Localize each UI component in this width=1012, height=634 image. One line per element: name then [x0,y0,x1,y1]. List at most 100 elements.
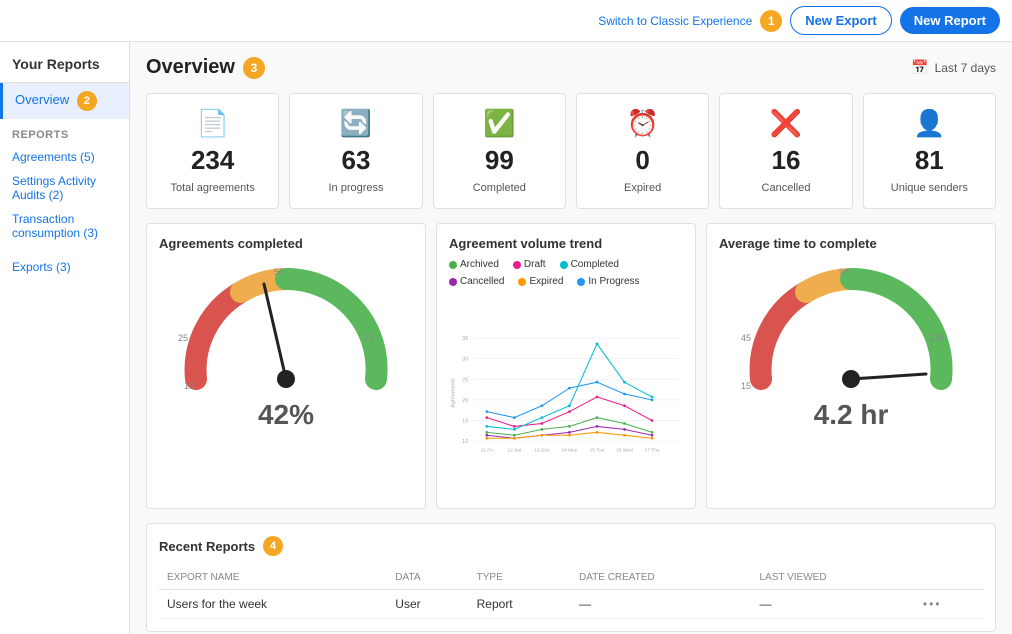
dot-s2-i1 [513,428,516,431]
stat-icon-1: 🔄 [340,108,372,139]
stat-icon-5: 👤 [913,108,945,139]
calendar-icon: 📅 [911,59,928,76]
cell-name: Users for the week [159,590,387,619]
col-data: DATA [387,566,468,590]
stat-icon-3: ⏰ [626,108,658,139]
new-report-button[interactable]: New Report [900,7,1000,34]
cell-created: — [571,590,752,619]
svg-text:35: 35 [462,336,468,342]
dot-s5-i1 [513,416,516,419]
sidebar-link-agreements[interactable]: Agreements (5) [0,145,129,169]
sidebar-item-overview[interactable]: Overview 2 [0,83,129,119]
gauge1-svg: 10 25 50 75 [166,259,406,409]
dot-s4-i5 [623,434,626,437]
line-chart-title: Agreement volume trend [449,236,683,251]
svg-text:13 Sun: 13 Sun [534,448,550,454]
dot-s1-i5 [623,404,626,407]
recent-title: Recent Reports [159,539,255,554]
svg-text:15: 15 [462,419,468,425]
sidebar-title: Your Reports [0,42,129,83]
legend-item-4: Expired [518,276,563,287]
legend-item-5: In Progress [577,276,639,287]
stat-card-0: 📄 234 Total agreements [146,93,279,209]
dot-s1-i6 [651,419,654,422]
svg-text:20: 20 [462,398,468,404]
sidebar-link-settings-audits[interactable]: Settings Activity Audits (2) [0,169,129,207]
dot-s5-i3 [568,387,571,390]
dot-s5-i5 [623,393,626,396]
stat-label-1: In progress [328,182,383,194]
stat-number-2: 99 [485,145,514,176]
gauge2-svg: 15 45 90 135 [731,259,971,409]
svg-text:25: 25 [462,377,468,383]
dot-s1-i0 [485,416,488,419]
sidebar-link-transaction[interactable]: Transaction consumption (3) [0,207,129,245]
date-filter-label: Last 7 days [935,61,996,75]
line-chart-card: Agreement volume trend Archived Draft Comp… [436,223,696,509]
stat-label-2: Completed [473,182,526,194]
stat-number-5: 81 [915,145,944,176]
dot-s2-i3 [568,404,571,407]
new-export-button[interactable]: New Export [790,6,892,35]
svg-text:14 Mon: 14 Mon [561,448,577,454]
legend: ArchivedDraftCompletedCancelledExpiredIn… [449,259,683,287]
dot-s2-i0 [485,425,488,428]
col-date-created: DATE CREATED [571,566,752,590]
cell-data: User [387,590,468,619]
col-export-name: EXPORT NAME [159,566,387,590]
stat-label-4: Cancelled [762,182,811,194]
agreements-completed-card: Agreements completed 10 25 50 75 [146,223,426,509]
dot-s0-i4 [596,416,599,419]
svg-text:16 Wed: 16 Wed [616,448,633,454]
col-type: TYPE [469,566,571,590]
date-filter[interactable]: 📅 Last 7 days [911,59,996,76]
gauge2-title: Average time to complete [719,236,983,251]
legend-item-1: Draft [513,259,546,270]
recent-reports-header: Recent Reports 4 [159,536,983,556]
dot-s0-i6 [651,431,654,434]
legend-item-2: Completed [560,259,619,270]
svg-text:12 Sat: 12 Sat [507,448,522,454]
cell-actions[interactable]: ••• [915,590,983,619]
dot-s3-i6 [651,434,654,437]
more-icon[interactable]: ••• [923,597,942,611]
line-chart-svg: 35 30 25 20 15 10 Agreements 11 Fri 12 S… [449,293,683,493]
stat-card-4: ❌ 16 Cancelled [719,93,852,209]
sidebar-reports-section: REPORTS [0,119,129,145]
dot-s4-i2 [541,434,544,437]
sidebar-link-exports[interactable]: Exports (3) [0,255,129,279]
gauge1-value: 42% [258,399,314,431]
stat-label-0: Total agreements [170,182,254,194]
svg-text:17 Thu: 17 Thu [645,448,660,454]
stat-icon-0: 📄 [196,108,228,139]
stat-label-3: Expired [624,182,661,194]
dot-s3-i0 [485,434,488,437]
cell-viewed: — [751,590,914,619]
svg-text:10: 10 [184,381,194,391]
svg-text:45: 45 [741,333,751,343]
recent-reports-card: Recent Reports 4 EXPORT NAME DATA TYPE D… [146,523,996,632]
main-layout: Your Reports Overview 2 REPORTS Agreemen… [0,42,1012,634]
stats-row: 📄 234 Total agreements 🔄 63 In progress … [146,93,996,209]
stat-number-0: 234 [191,145,234,176]
stat-card-5: 👤 81 Unique senders [863,93,996,209]
stat-card-3: ⏰ 0 Expired [576,93,709,209]
col-last-viewed: LAST VIEWED [751,566,914,590]
table-row: Users for the week User Report — — ••• [159,590,983,619]
stat-number-3: 0 [635,145,649,176]
dot-s0-i0 [485,431,488,434]
legend-item-0: Archived [449,259,499,270]
dot-s2-i5 [623,381,626,384]
dot-s1-i4 [596,396,599,399]
dot-s3-i5 [623,428,626,431]
overview-badge: 3 [243,57,265,79]
dot-s1-i3 [568,410,571,413]
stat-number-4: 16 [772,145,801,176]
dot-s2-i2 [541,416,544,419]
dot-s2-i4 [596,342,599,345]
dot-s0-i1 [513,434,516,437]
dot-s0-i5 [623,422,626,425]
dot-s4-i4 [596,431,599,434]
table-wrap: EXPORT NAME DATA TYPE DATE CREATED LAST … [159,566,983,619]
switch-classic-link[interactable]: Switch to Classic Experience [598,14,752,28]
